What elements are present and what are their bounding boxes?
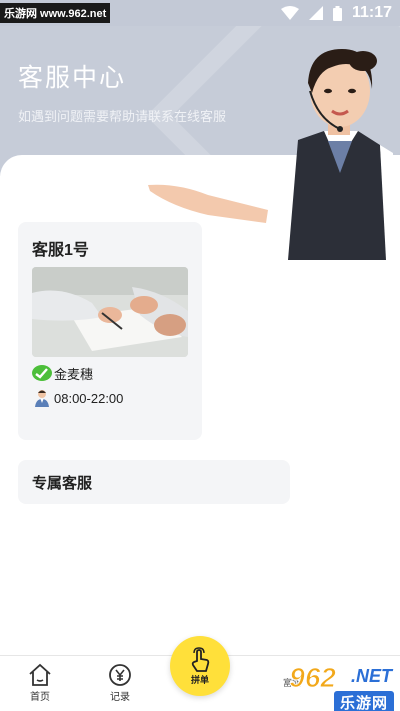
- home-icon: [29, 663, 51, 686]
- service-card-title: 客服1号: [32, 242, 89, 259]
- hours-row: 08:00-22:00: [32, 388, 123, 408]
- watermark-top-left: 乐游网 www.962.net: [0, 3, 111, 23]
- agent-icon: [35, 390, 49, 407]
- status-bar: 乐游网 www.962.net 11:17: [0, 0, 400, 26]
- service-card-photo: [32, 267, 188, 357]
- watermark-962: 962: [289, 662, 337, 694]
- tab-record[interactable]: 记录: [90, 662, 150, 703]
- wechat-row: 金麦穗: [32, 363, 93, 383]
- exclusive-service-card[interactable]: 专属客服: [18, 460, 290, 504]
- group-order-button[interactable]: 拼单: [170, 636, 230, 696]
- group-order-label: 拼单: [190, 674, 209, 685]
- tab-home-label: 首页: [30, 692, 50, 703]
- wechat-name[interactable]: 金麦穗: [54, 364, 93, 383]
- battery-icon: [332, 5, 342, 21]
- signal-icon: [308, 6, 323, 20]
- wifi-icon: [280, 6, 299, 20]
- status-time: 11:17: [351, 4, 392, 21]
- tab-record-label: 记录: [110, 692, 130, 703]
- page-title: 客服中心: [18, 64, 127, 92]
- wechat-icon: [32, 365, 52, 381]
- exclusive-service-label: 专属客服: [32, 474, 93, 492]
- watermark-net: .NET: [350, 666, 392, 686]
- tap-hand-icon: [191, 646, 210, 672]
- yen-icon: [109, 664, 131, 686]
- service-card[interactable]: 客服1号 金麦穗 08:00-22:00: [18, 222, 202, 440]
- tab-home[interactable]: 首页: [10, 662, 70, 703]
- watermark-site-name: 乐游网: [333, 691, 394, 711]
- service-hours: 08:00-22:00: [54, 390, 124, 406]
